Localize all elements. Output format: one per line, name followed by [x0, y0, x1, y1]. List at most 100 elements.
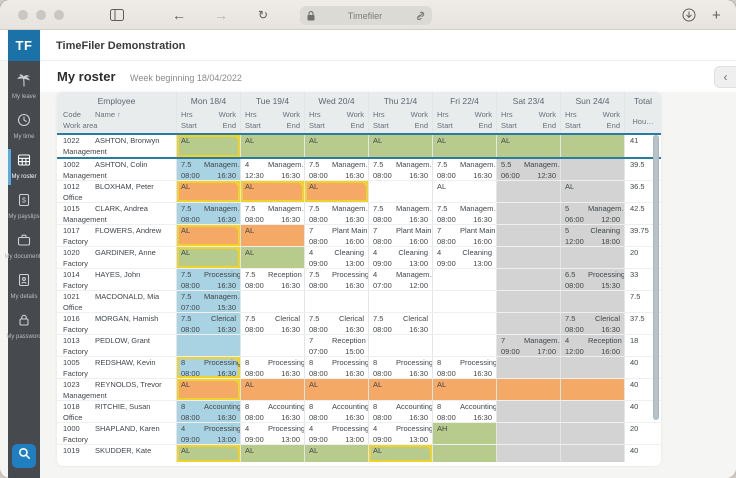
day-cell-4[interactable]: 4 Managem… 07:00 12:00	[368, 269, 432, 290]
day-cell-1[interactable]: 7.5 Clerical 08:00 16:30	[176, 313, 240, 334]
day-cell-3[interactable]: 7.5 Managem… 08:00 16:30	[304, 159, 368, 180]
day-cell-3[interactable]: 8 Accounting 08:00 16:30	[304, 401, 368, 422]
day-cell-1[interactable]: 7.5 Managem… 08:00 16:30	[176, 159, 240, 180]
employee-cell[interactable]: 1005 REDSHAW, Kevin Factory	[57, 357, 176, 378]
day-cell-1[interactable]	[176, 335, 240, 356]
day-column-header-6[interactable]: Sat 23/4	[496, 92, 560, 109]
back-arrow-icon[interactable]: ←	[172, 4, 186, 26]
day-cell-3[interactable]: 7 Reception 07:00 15:00	[304, 335, 368, 356]
day-cell-6[interactable]	[496, 269, 560, 290]
day-cell-1[interactable]: 7.5 Processing 08:00 16:30	[176, 269, 240, 290]
day-cell-4[interactable]: AL	[368, 445, 432, 462]
day-cell-2[interactable]: AL	[240, 135, 304, 157]
day-cell-4[interactable]: 7.5 Clerical 08:00 16:30	[368, 313, 432, 334]
sidebar-item-my-password[interactable]: My password	[6, 307, 42, 347]
day-cell-1[interactable]: AL	[176, 445, 240, 462]
sidebar-item-my-leave[interactable]: My leave	[8, 67, 40, 107]
day-cell-5[interactable]: 7.5 Managem… 08:00 16:30	[432, 159, 496, 180]
day-column-header-3[interactable]: Wed 20/4	[304, 92, 368, 109]
employee-cell[interactable]: 1019 SKUDDER, Kate	[57, 445, 176, 462]
day-cell-1[interactable]: 4 Processing 09:00 13:00	[176, 423, 240, 444]
day-cell-3[interactable]: AL	[304, 445, 368, 462]
day-cell-7[interactable]	[560, 159, 624, 180]
day-cell-1[interactable]: AL	[176, 135, 240, 157]
day-cell-4[interactable]	[368, 335, 432, 356]
day-cell-7[interactable]: 4 Reception 12:00 16:00	[560, 335, 624, 356]
timefiler-logo[interactable]: TF	[8, 30, 40, 61]
new-tab-icon[interactable]: +	[712, 4, 721, 26]
day-cell-5[interactable]: 7.5 Managem… 08:00 16:30	[432, 203, 496, 224]
sidebar-item-my-documents[interactable]: My documents	[5, 227, 44, 267]
day-cell-1[interactable]: 7.5 Managem… 08:00 16:30	[176, 203, 240, 224]
day-cell-1[interactable]: AL	[176, 225, 240, 246]
day-column-header-5[interactable]: Fri 22/4	[432, 92, 496, 109]
day-cell-6[interactable]: 7 Managem… 09:00 17:00	[496, 335, 560, 356]
day-cell-2[interactable]: AL	[240, 225, 304, 246]
day-cell-3[interactable]: AL	[304, 379, 368, 400]
day-column-header-2[interactable]: Tue 19/4	[240, 92, 304, 109]
day-cell-1[interactable]: 8 Accounting 08:00 16:30	[176, 401, 240, 422]
day-cell-3[interactable]: 7 Plant Main… 08:00 16:00	[304, 225, 368, 246]
day-cell-2[interactable]: AL	[240, 445, 304, 462]
day-cell-1[interactable]: AL	[176, 181, 240, 202]
sidebar-item-my-payslips[interactable]: $ My payslips	[8, 187, 40, 227]
employee-cell[interactable]: 1021 MACDONALD, Mia Office	[57, 291, 176, 312]
day-cell-4[interactable]: 7 Plant Main… 08:00 16:00	[368, 225, 432, 246]
day-cell-3[interactable]: 7.5 Managem… 08:00 16:30	[304, 203, 368, 224]
employee-cell[interactable]: 1015 CLARK, Andrea Management	[57, 203, 176, 224]
collapse-panel-button[interactable]: ‹	[714, 66, 736, 88]
download-icon[interactable]	[682, 4, 696, 26]
day-cell-2[interactable]: 4 Processing 09:00 13:00	[240, 423, 304, 444]
day-cell-2[interactable]: 8 Accounting 08:00 16:30	[240, 401, 304, 422]
sidebar-item-my-time[interactable]: My time	[8, 107, 40, 147]
total-column-header[interactable]: Total	[624, 92, 661, 109]
day-cell-7[interactable]: 5 Cleaning 12:00 18:00	[560, 225, 624, 246]
day-cell-4[interactable]: 4 Cleaning 09:00 13:00	[368, 247, 432, 268]
day-cell-7[interactable]	[560, 357, 624, 378]
day-cell-2[interactable]	[240, 291, 304, 312]
day-cell-2[interactable]: AL	[240, 247, 304, 268]
day-cell-7[interactable]: 7.5 Clerical 08:00 16:30	[560, 313, 624, 334]
day-cell-6[interactable]	[496, 357, 560, 378]
day-column-header-7[interactable]: Sun 24/4	[560, 92, 624, 109]
address-bar[interactable]: Timefiler	[300, 6, 432, 25]
day-cell-2[interactable]: AL	[240, 181, 304, 202]
day-cell-5[interactable]	[432, 335, 496, 356]
day-cell-7[interactable]	[560, 135, 624, 157]
day-cell-5[interactable]	[432, 291, 496, 312]
window-controls[interactable]	[18, 10, 64, 20]
day-cell-1[interactable]: 7.5 Managem… 07:00 15:30	[176, 291, 240, 312]
day-cell-3[interactable]: 7.5 Processing 08:00 16:30	[304, 269, 368, 290]
day-cell-4[interactable]: AL	[368, 379, 432, 400]
day-cell-1[interactable]: AL	[176, 247, 240, 268]
vertical-scrollbar[interactable]	[653, 135, 659, 420]
sidebar-item-my-details[interactable]: My details	[8, 267, 40, 307]
day-cell-2[interactable]	[240, 335, 304, 356]
sidebar-toggle-icon[interactable]	[108, 4, 126, 26]
day-cell-5[interactable]: 7 Plant Main… 08:00 16:00	[432, 225, 496, 246]
day-cell-1[interactable]: AL	[176, 379, 240, 400]
day-cell-7[interactable]: AL	[560, 181, 624, 202]
reload-icon[interactable]: ↻	[258, 4, 268, 26]
day-column-header-1[interactable]: Mon 18/4	[176, 92, 240, 109]
day-cell-3[interactable]: 8 Processing 08:00 16:30	[304, 357, 368, 378]
day-cell-5[interactable]	[432, 313, 496, 334]
day-cell-1[interactable]: 8 Processing 08:00 16:30	[176, 357, 240, 378]
day-cell-3[interactable]: 7.5 Clerical 08:00 16:30	[304, 313, 368, 334]
day-cell-3[interactable]: 4 Cleaning 09:00 13:00	[304, 247, 368, 268]
day-cell-2[interactable]: 7.5 Clerical 08:00 16:30	[240, 313, 304, 334]
zoom-window-button[interactable]	[54, 10, 64, 20]
day-cell-2[interactable]: 8 Processing 08:00 16:30	[240, 357, 304, 378]
day-cell-4[interactable]: AL	[368, 135, 432, 157]
employee-cell[interactable]: 1000 SHAPLAND, Karen Factory	[57, 423, 176, 444]
day-cell-4[interactable]: 7.5 Managem… 08:00 16:30	[368, 159, 432, 180]
employee-cell[interactable]: 1016 MORGAN, Hamish Factory	[57, 313, 176, 334]
employee-cell[interactable]: 1022 ASHTON, Bronwyn Management	[57, 135, 176, 157]
day-cell-6[interactable]	[496, 291, 560, 312]
forward-arrow-icon[interactable]: →	[214, 4, 228, 26]
link-icon[interactable]	[415, 11, 425, 21]
day-cell-3[interactable]	[304, 291, 368, 312]
day-cell-7[interactable]	[560, 445, 624, 462]
employee-cell[interactable]: 1013 PEDLOW, Grant Factory	[57, 335, 176, 356]
day-cell-4[interactable]: 7.5 Managem… 08:00 16:30	[368, 203, 432, 224]
